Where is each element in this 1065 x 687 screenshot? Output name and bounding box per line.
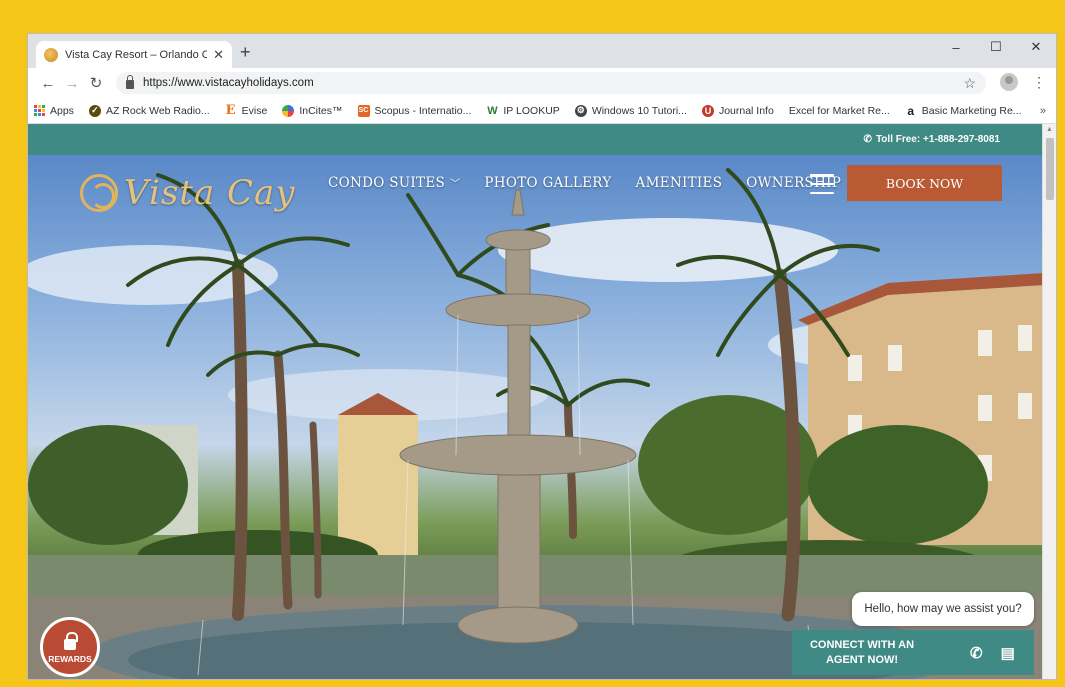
profile-avatar-icon[interactable] xyxy=(1000,73,1018,91)
nav-condo-suites-label: CONDO SUITES xyxy=(328,175,446,191)
vista-cay-logo[interactable]: Vista Cay xyxy=(80,173,296,213)
bookmark-label: Journal Info xyxy=(718,104,774,117)
evise-icon: E xyxy=(225,103,236,118)
phone-call-icon[interactable]: ✆ xyxy=(970,644,983,662)
connect-agent-widget[interactable]: CONNECT WITH AN AGENT NOW! ✆ ▤ xyxy=(792,630,1034,675)
bookmark-excel-market[interactable]: Excel for Market Re... xyxy=(789,105,890,117)
url-text: https://www.vistacayholidays.com xyxy=(143,77,314,89)
hero-image: Vista Cay CONDO SUITES ﹀ PHOTO GALLERY AM… xyxy=(28,155,1044,679)
new-tab-button[interactable]: + xyxy=(240,42,251,63)
browser-tab[interactable]: Vista Cay Resort – Orlando Cond ✕ xyxy=(36,41,232,68)
address-bar[interactable]: https://www.vistacayholidays.com ☆ xyxy=(116,72,986,94)
amazon-icon: a xyxy=(907,103,915,118)
bookmark-label: AZ Rock Web Radio... xyxy=(105,104,210,117)
close-tab-icon[interactable]: ✕ xyxy=(213,47,224,63)
hamburger-menu-icon[interactable] xyxy=(810,174,834,194)
bookmark-incites[interactable]: InCites™ xyxy=(282,104,343,117)
nav-amenities[interactable]: AMENITIES xyxy=(636,175,723,191)
connect-agent-label: CONNECT WITH AN AGENT NOW! xyxy=(792,638,932,668)
logo-swirl-icon xyxy=(80,174,118,212)
bookmark-star-icon[interactable]: ☆ xyxy=(963,75,976,92)
scrollbar-thumb[interactable] xyxy=(1046,138,1054,200)
nav-condo-suites[interactable]: CONDO SUITES ﹀ xyxy=(328,175,460,191)
browser-window: Vista Cay Resort – Orlando Cond ✕ + – ☐ … xyxy=(27,33,1057,680)
incites-icon xyxy=(282,104,295,117)
ip-lookup-icon: W xyxy=(487,104,498,117)
book-now-button[interactable]: BOOK NOW xyxy=(847,165,1002,201)
bookmark-apps[interactable]: Apps xyxy=(34,105,74,117)
phone-icon: ✆ xyxy=(863,134,872,145)
bookmark-label: IP LOOKUP xyxy=(503,104,560,117)
tab-strip: Vista Cay Resort – Orlando Cond ✕ + – ☐ … xyxy=(28,34,1056,68)
apps-grid-icon xyxy=(34,105,45,116)
toll-free-text[interactable]: Toll Free: +1-888-297-8081 xyxy=(876,134,1000,145)
radio-icon: ✓ xyxy=(88,104,101,117)
toolbar-right: ⋮ xyxy=(1000,73,1046,91)
main-nav: CONDO SUITES ﹀ PHOTO GALLERY AMENITIES OW… xyxy=(328,175,841,191)
scopus-icon: SC xyxy=(357,104,370,117)
window-controls: – ☐ ✕ xyxy=(936,34,1056,60)
bookmarks-overflow-icon[interactable]: » xyxy=(1040,105,1046,117)
page-scrollbar[interactable]: ▲ xyxy=(1042,124,1056,679)
bookmark-label: Windows 10 Tutori... xyxy=(591,104,687,117)
bookmark-label: Scopus - Internatio... xyxy=(374,104,472,117)
bookmark-journal-info[interactable]: U Journal Info xyxy=(701,104,774,117)
chat-message-icon[interactable]: ▤ xyxy=(1001,644,1015,662)
lock-icon xyxy=(126,74,134,89)
web-page: ✆ Toll Free: +1-888-297-8081 Vista Cay C… xyxy=(28,124,1044,679)
padlock-icon xyxy=(64,631,78,650)
forward-arrow-icon[interactable]: → xyxy=(60,75,84,92)
bookmark-ip-lookup[interactable]: W IP LOOKUP xyxy=(486,104,560,117)
close-window-button[interactable]: ✕ xyxy=(1016,34,1056,60)
rewards-button[interactable]: REWARDS xyxy=(40,617,100,677)
back-arrow-icon[interactable]: ← xyxy=(36,75,60,92)
chevron-down-icon: ﹀ xyxy=(450,179,461,190)
maximize-button[interactable]: ☐ xyxy=(976,34,1016,60)
bookmark-label: Apps xyxy=(50,104,74,117)
rewards-label: REWARDS xyxy=(48,653,92,664)
bookmark-evise[interactable]: E Evise xyxy=(225,103,268,118)
site-favicon-icon xyxy=(44,47,58,62)
connect-line-1: CONNECT WITH AN xyxy=(809,638,915,651)
bookmark-label: Evise xyxy=(241,104,268,117)
bookmark-label: Excel for Market Re... xyxy=(788,104,890,117)
tab-title: Vista Cay Resort – Orlando Cond xyxy=(65,48,207,61)
scroll-up-arrow-icon[interactable]: ▲ xyxy=(1046,126,1053,133)
bookmark-az-rock[interactable]: ✓ AZ Rock Web Radio... xyxy=(88,104,210,117)
bookmark-basic-marketing[interactable]: a Basic Marketing Re... xyxy=(905,103,1022,118)
toll-free-bar: ✆ Toll Free: +1-888-297-8081 xyxy=(28,124,1044,155)
chat-prompt-bubble[interactable]: Hello, how may we assist you? xyxy=(852,592,1034,626)
bookmarks-bar: Apps ✓ AZ Rock Web Radio... E Evise InCi… xyxy=(28,98,1056,124)
logo-text: Vista Cay xyxy=(124,173,296,213)
windows-tutorial-icon: ⚙ xyxy=(574,104,587,117)
reload-icon[interactable]: ↻ xyxy=(84,74,108,92)
bookmark-label: Basic Marketing Re... xyxy=(921,104,1022,117)
bookmark-label: InCites™ xyxy=(299,104,343,117)
minimize-button[interactable]: – xyxy=(936,34,976,60)
journal-info-icon: U xyxy=(701,104,714,117)
bookmark-scopus[interactable]: SC Scopus - Internatio... xyxy=(357,104,472,117)
bookmark-windows-tutorials[interactable]: ⚙ Windows 10 Tutori... xyxy=(574,104,687,117)
menu-kebab-icon[interactable]: ⋮ xyxy=(1032,74,1046,91)
nav-photo-gallery[interactable]: PHOTO GALLERY xyxy=(484,175,611,191)
agent-contact-icons: ✆ ▤ xyxy=(970,644,1015,662)
browser-toolbar: ← → ↻ https://www.vistacayholidays.com ☆… xyxy=(28,68,1056,98)
connect-line-2: AGENT NOW! xyxy=(825,653,899,666)
